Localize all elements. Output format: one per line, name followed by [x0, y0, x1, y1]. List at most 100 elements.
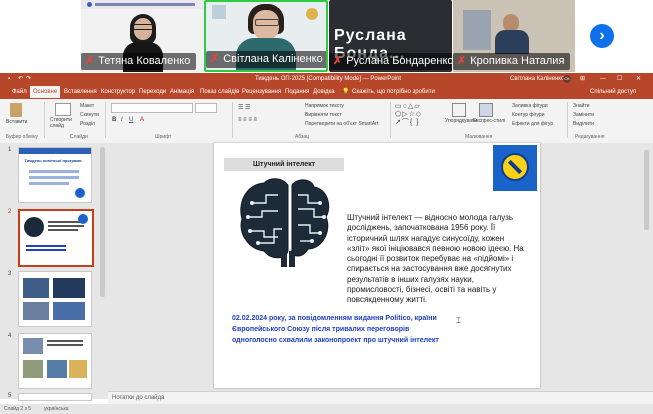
window-title: Тиждень ОП-2025 [Compatibility Mode] — P…: [255, 76, 402, 82]
select-button[interactable]: Виділити: [573, 121, 594, 127]
font-color-button[interactable]: A: [140, 117, 144, 123]
align-icon[interactable]: ≡ ≡ ≡ ≡: [238, 117, 257, 123]
tab-insert[interactable]: Вставлення: [64, 87, 97, 97]
new-slide-button[interactable]: Створити слайд: [50, 117, 78, 129]
redo-icon[interactable]: ↷: [26, 73, 31, 85]
slide-thumbnail-panel: 1 Тиждень освітньої програми 2 3 4 5: [0, 143, 108, 401]
group-label: Слайди: [70, 134, 88, 140]
font-name-dropdown[interactable]: [111, 103, 193, 113]
brain-circuit-image: [234, 173, 334, 270]
participant-name: ✗ Світлана Каліненко: [206, 51, 326, 68]
tab-animations[interactable]: Анімація: [170, 87, 194, 97]
thumbnail-scrollbar[interactable]: [100, 147, 105, 297]
align-text-button[interactable]: Вирівняти текст: [305, 112, 342, 118]
thumbnail-title: Тиждень освітньої програми: [24, 158, 82, 163]
group-label: Шрифт: [155, 134, 172, 140]
language-indicator[interactable]: українська: [44, 404, 69, 414]
ribbon-tabs: Файл Основне Вставлення Конструктор Пере…: [0, 85, 653, 99]
ribbon: Вставити Буфер обміну Створити слайд Мак…: [0, 99, 653, 144]
maximize-icon[interactable]: ☐: [617, 73, 622, 85]
group-label: Абзац: [295, 134, 310, 140]
layout-button[interactable]: Макет: [80, 103, 94, 109]
logo-badge: [493, 145, 537, 191]
tab-review[interactable]: Рецензування: [242, 87, 281, 97]
slide-thumbnail[interactable]: [18, 393, 92, 401]
thumbnail-number: 1: [8, 147, 12, 153]
bold-button[interactable]: B: [112, 117, 116, 123]
tab-transitions[interactable]: Переходи: [139, 87, 166, 97]
tab-slideshow[interactable]: Показ слайдів: [200, 87, 239, 97]
tab-home[interactable]: Основне: [30, 86, 61, 98]
font-size-dropdown[interactable]: [195, 103, 217, 113]
thumbnail-number: 3: [8, 271, 12, 277]
section-button[interactable]: Розділ: [80, 121, 95, 127]
slide-counter: Слайд 2 з 5: [4, 406, 32, 412]
text-direction-button[interactable]: Напрямок тексту: [305, 103, 344, 109]
mic-muted-icon: ✗: [210, 53, 220, 65]
mouse-cursor-icon: ⌶: [456, 316, 461, 325]
tab-view[interactable]: Подання: [285, 87, 309, 97]
participant-tile-active[interactable]: ✗ Світлана Каліненко: [204, 0, 328, 72]
shape-fill-button[interactable]: Заливка фігури: [512, 103, 548, 109]
quick-styles-icon[interactable]: [479, 103, 493, 117]
slide-header: Штучний інтелект: [224, 158, 344, 171]
participant-name: ✗ Кропивка Наталия: [453, 53, 571, 70]
group-label: Малювання: [465, 134, 493, 140]
close-icon[interactable]: ✕: [636, 73, 641, 85]
video-strip: ✗ Тетяна Коваленко ✗ Світлана Каліненко Ру…: [0, 0, 653, 72]
mic-muted-icon: ✗: [85, 55, 95, 67]
participant-name: ✗ Руслана Бондаренко: [329, 53, 452, 70]
tab-design[interactable]: Конструктор: [101, 87, 135, 97]
thumbnail-number: 5: [8, 393, 12, 399]
find-button[interactable]: Знайти: [573, 103, 589, 109]
ppt-titlebar: ▪ ↶ ↷ Тиждень ОП-2025 [Compatibility Mod…: [0, 73, 653, 85]
notes-pane[interactable]: Нотатки до слайда: [108, 391, 653, 405]
tab-file[interactable]: Файл: [12, 87, 27, 97]
participant-name: ✗ Тетяна Коваленко: [81, 53, 197, 70]
participant-tile[interactable]: ✗ Кропивка Наталия: [453, 0, 575, 72]
shapes-gallery[interactable]: ▭○△▱ ⬠▷☆◇ ↗⌒{ }: [395, 103, 443, 129]
thumbnail-number: 4: [8, 333, 12, 339]
minimize-icon[interactable]: —: [600, 73, 606, 85]
slide-highlight-text: 02.02.2024 року, за повідомленням виданн…: [232, 315, 439, 344]
slide-body-text: Штучний інтелект — відносно молода галуз…: [347, 213, 524, 305]
replace-button[interactable]: Замінити: [573, 112, 594, 118]
tell-me-box[interactable]: Скажіть, що потрібно зробити: [352, 87, 435, 97]
quick-styles-button[interactable]: Експрес-стилі: [473, 118, 505, 124]
shape-outline-button[interactable]: Контур фігури: [512, 112, 544, 118]
group-label: Буфер обміну: [6, 134, 39, 140]
slide-scrollbar[interactable]: [644, 150, 649, 230]
slide-thumbnail[interactable]: [18, 271, 92, 327]
smartart-button[interactable]: Перетворити на об'єкт SmartArt: [305, 121, 378, 127]
undo-icon[interactable]: ↶: [18, 73, 23, 85]
underline-button[interactable]: U: [129, 117, 133, 123]
user-name[interactable]: Світлана Каліненко: [510, 73, 564, 85]
next-page-button[interactable]: ›: [590, 24, 614, 48]
tab-help[interactable]: Довідка: [313, 87, 335, 97]
mic-muted-icon: ✗: [457, 55, 467, 67]
ribbon-options-icon[interactable]: ⊞: [580, 73, 585, 85]
share-button[interactable]: Спільний доступ: [590, 87, 636, 97]
paste-icon[interactable]: [10, 103, 22, 117]
status-bar: Слайд 2 з 5 українська: [0, 404, 653, 414]
paste-button[interactable]: Вставити: [6, 119, 27, 125]
italic-button[interactable]: I: [121, 117, 123, 123]
group-label: Редагування: [575, 134, 605, 140]
new-slide-icon[interactable]: [55, 103, 71, 116]
thumbnail-number: 2: [8, 209, 12, 215]
notes-label: Нотатки до слайда: [112, 395, 165, 401]
slide-thumbnail[interactable]: [18, 333, 92, 389]
slide-thumbnail[interactable]: Тиждень освітньої програми: [18, 147, 92, 203]
participant-tile[interactable]: Руслана Бонда... ✗Руслана Бондаренко: [329, 0, 452, 72]
bullets-icon[interactable]: ☰ ☰: [238, 104, 250, 111]
avatar[interactable]: СК: [563, 75, 571, 83]
lightbulb-icon: 💡: [342, 89, 350, 95]
slide-thumbnail-selected[interactable]: [18, 209, 94, 267]
slide-canvas[interactable]: Штучний інтелект Штучний інтелект — відн…: [214, 143, 540, 388]
participant-tile[interactable]: ✗ Тетяна Коваленко: [81, 0, 203, 72]
arrange-icon[interactable]: [452, 103, 466, 117]
reset-button[interactable]: Скинути: [80, 112, 99, 118]
shape-effects-button[interactable]: Ефекти для фігур: [512, 121, 553, 127]
mic-muted-icon: ✗: [333, 55, 343, 67]
save-icon[interactable]: ▪: [8, 73, 10, 85]
